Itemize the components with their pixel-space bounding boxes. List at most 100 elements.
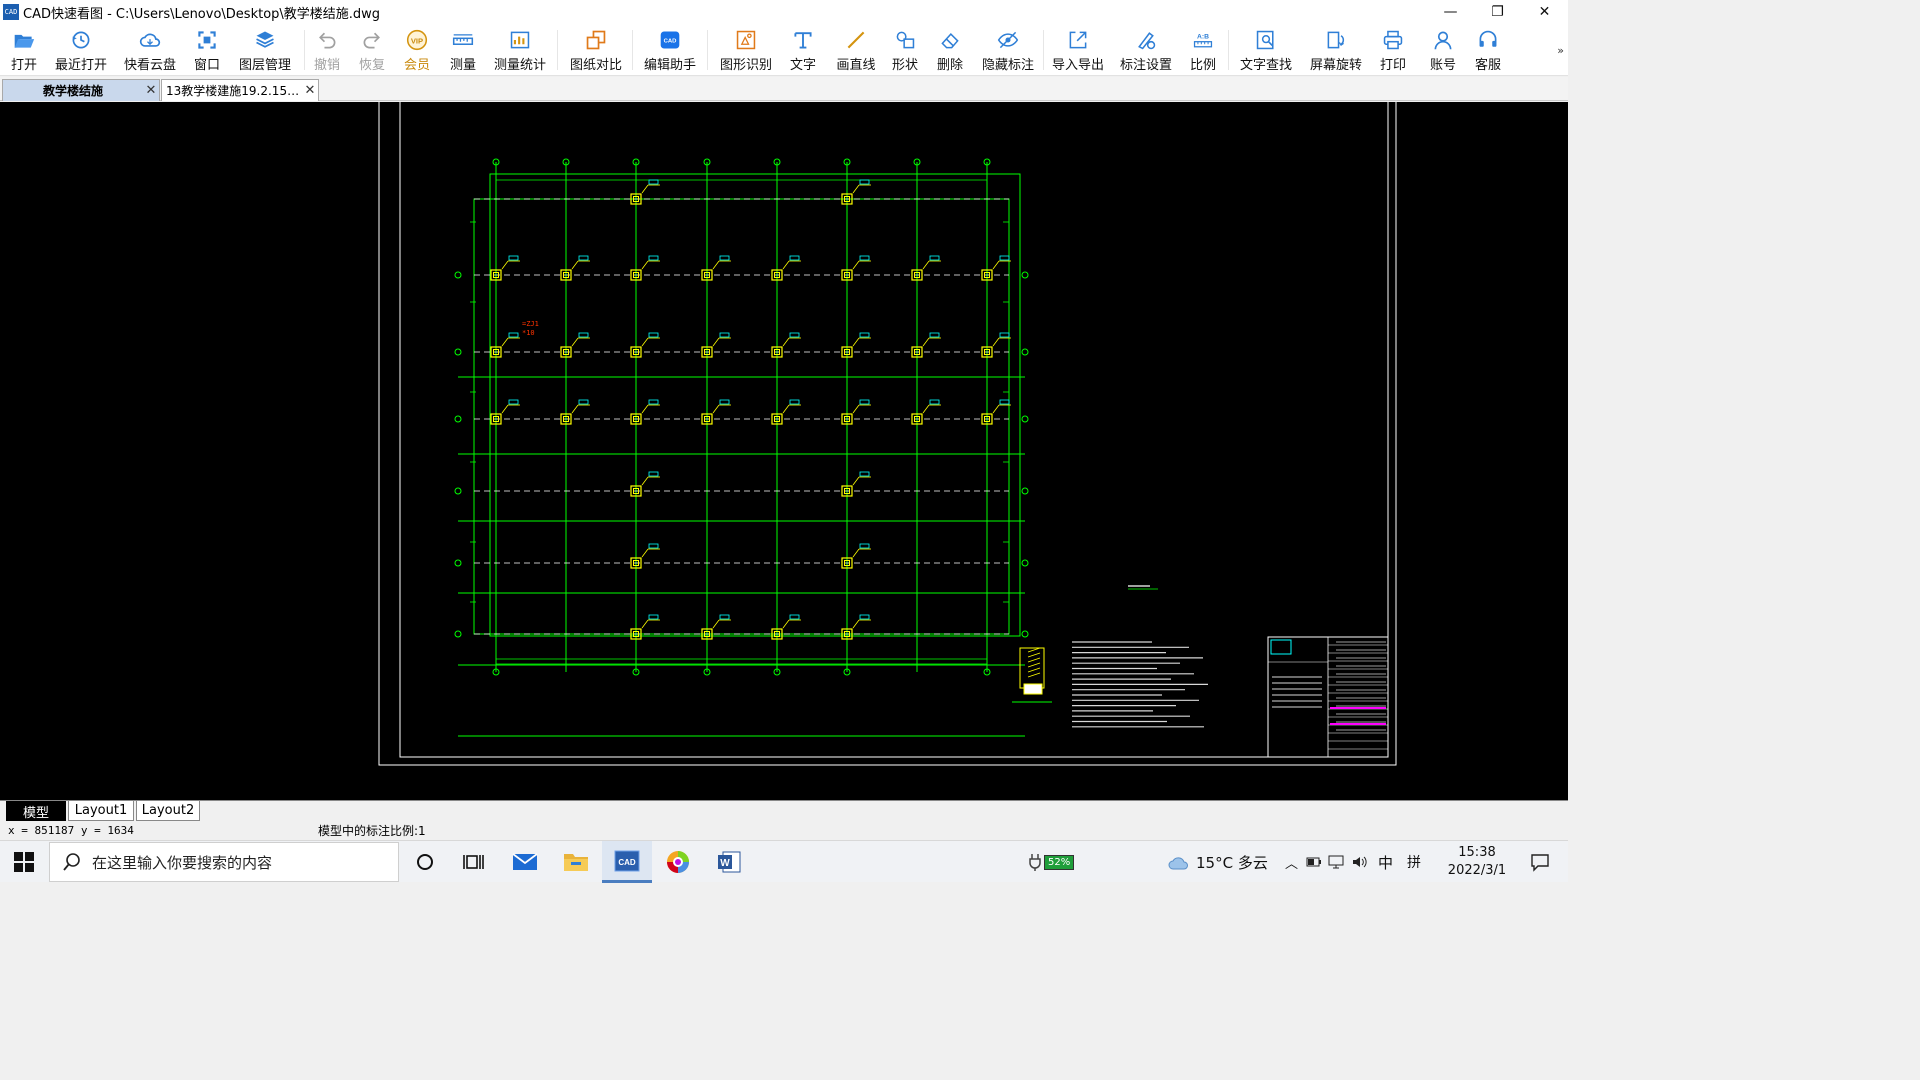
taskbar-search-box[interactable]: 在这里输入你要搜索的内容	[49, 842, 399, 882]
scale-button[interactable]: A:B 比例	[1188, 27, 1218, 73]
start-button[interactable]	[0, 841, 48, 883]
text-search-button[interactable]: 文字查找	[1238, 27, 1294, 73]
task-view-button[interactable]	[449, 841, 499, 883]
undo-button[interactable]: 撤销	[312, 27, 342, 73]
column-tag	[578, 255, 589, 261]
volume-icon[interactable]	[1352, 855, 1368, 869]
file-explorer-button[interactable]	[551, 841, 601, 883]
annotation-settings-label: 标注设置	[1119, 58, 1172, 73]
edit-assistant-button[interactable]: CAD 编辑助手	[642, 27, 698, 73]
network-icon[interactable]	[1328, 855, 1346, 869]
green-outline	[473, 198, 1010, 635]
leader-line	[712, 337, 720, 347]
measure-button[interactable]: 测量	[448, 27, 478, 73]
minimize-button[interactable]: —	[1427, 0, 1474, 24]
redo-button[interactable]: 恢复	[357, 27, 387, 73]
ime-mode-indicator[interactable]: 中	[1378, 852, 1393, 873]
toolbar-overflow-chevron-icon[interactable]: »	[1557, 44, 1564, 57]
compare-button[interactable]: 图纸对比	[568, 27, 624, 73]
close-button[interactable]: ✕	[1521, 0, 1568, 24]
account-button[interactable]: 账号	[1428, 27, 1458, 73]
text-search-label: 文字查找	[1239, 58, 1292, 73]
measure-stats-button[interactable]: 测量统计	[492, 27, 548, 73]
leader-line	[571, 404, 579, 414]
tab-model[interactable]: 模型	[6, 801, 66, 821]
recent-clock-icon	[72, 31, 90, 49]
restore-button[interactable]: ❐	[1474, 0, 1521, 24]
vip-button[interactable]: VIP 会员	[402, 27, 432, 73]
weather-widget[interactable]: 15°C 多云	[1168, 841, 1268, 883]
column-tag	[578, 332, 589, 338]
screen-rotate-button[interactable]: 屏幕旋转	[1308, 27, 1364, 73]
import-export-button[interactable]: 导入导出	[1050, 27, 1106, 73]
doc-tab-title: 教学楼结施	[42, 84, 103, 98]
notification-center-button[interactable]	[1530, 852, 1550, 875]
shape-recognize-button[interactable]: 图形识别	[718, 27, 774, 73]
document-tab-strip: 教学楼结施 ✕ 13教学楼建施19.2.15… ✕	[0, 77, 1568, 101]
mail-button[interactable]	[500, 841, 550, 883]
window-controls: — ❐ ✕	[1427, 0, 1568, 24]
leader-line	[501, 404, 509, 414]
recent-open-button[interactable]: 最近打开	[52, 27, 110, 73]
compare-label: 图纸对比	[569, 58, 622, 73]
battery-indicator[interactable]: 52%	[1028, 841, 1075, 883]
search-placeholder: 在这里输入你要搜索的内容	[92, 853, 273, 872]
cad-app-taskbar-button[interactable]: CAD	[602, 841, 652, 883]
text-button[interactable]: 文字	[788, 27, 818, 73]
column-tag	[859, 179, 870, 185]
folder-open-icon	[14, 34, 35, 48]
column-tag	[929, 255, 940, 261]
annotation-settings-icon	[1138, 32, 1156, 50]
word-button[interactable]: W	[704, 841, 754, 883]
tab-layout2[interactable]: Layout2	[136, 801, 200, 821]
tab-layout1[interactable]: Layout1	[68, 801, 134, 821]
layer-manager-button[interactable]: 图层管理	[236, 27, 294, 73]
drawing-canvas[interactable]: =ZJ1 *10	[0, 102, 1568, 800]
ime-pinyin-indicator[interactable]: 拼	[1407, 852, 1421, 872]
annotation-settings-button[interactable]: 标注设置	[1118, 27, 1174, 73]
recent-open-label: 最近打开	[54, 58, 107, 73]
cloud-drive-button[interactable]: 快看云盘	[122, 27, 178, 73]
svg-text:W: W	[720, 858, 730, 869]
column-tag	[929, 332, 940, 338]
battery-tray-icon[interactable]	[1306, 855, 1322, 869]
support-button[interactable]: 客服	[1473, 27, 1503, 73]
cad-app-icon: CAD	[614, 850, 640, 871]
tab-close-icon[interactable]: ✕	[302, 83, 318, 98]
leader-line	[712, 260, 720, 270]
leader-line	[782, 619, 790, 629]
column-tag	[719, 255, 730, 261]
toolbar-separator	[707, 30, 708, 70]
shapes-button[interactable]: 形状	[890, 27, 920, 73]
column-tag	[719, 614, 730, 620]
leader-line	[641, 404, 649, 414]
leader-line	[852, 548, 860, 558]
window-button[interactable]: 窗口	[190, 27, 224, 73]
draw-line-button[interactable]: 画直线	[834, 27, 878, 73]
tab-close-icon[interactable]: ✕	[143, 83, 159, 98]
doc-tab-inactive[interactable]: 13教学楼建施19.2.15… ✕	[161, 79, 319, 101]
window-title: CAD快速看图 - C:\Users\Lenovo\Desktop\教学楼结施.…	[23, 6, 381, 22]
leader-line	[571, 337, 579, 347]
import-export-icon	[1069, 31, 1087, 49]
column-tag	[648, 614, 659, 620]
tray-chevron-up-icon[interactable]: ︿	[1285, 853, 1298, 872]
word-icon: W	[718, 851, 741, 873]
print-button[interactable]: 打印	[1378, 27, 1408, 73]
browser-button[interactable]	[653, 841, 703, 883]
window-label: 窗口	[193, 58, 220, 73]
svg-text:A:B: A:B	[1197, 33, 1209, 40]
leader-line	[641, 260, 649, 270]
import-export-label: 导入导出	[1051, 58, 1104, 73]
axis-bubble	[1021, 348, 1029, 356]
system-clock[interactable]: 15:38 2022/3/1	[1442, 844, 1512, 880]
hide-annotation-button[interactable]: 隐藏标注	[980, 27, 1036, 73]
cad-drawing	[378, 102, 1397, 766]
compare-icon	[586, 30, 606, 50]
red-note-line: =ZJ1	[522, 320, 539, 328]
doc-tab-active[interactable]: 教学楼结施 ✕	[2, 79, 160, 101]
line-icon	[847, 31, 865, 49]
open-button[interactable]: 打开	[4, 27, 44, 73]
delete-button[interactable]: 删除	[935, 27, 965, 73]
cortana-button[interactable]	[400, 841, 450, 883]
